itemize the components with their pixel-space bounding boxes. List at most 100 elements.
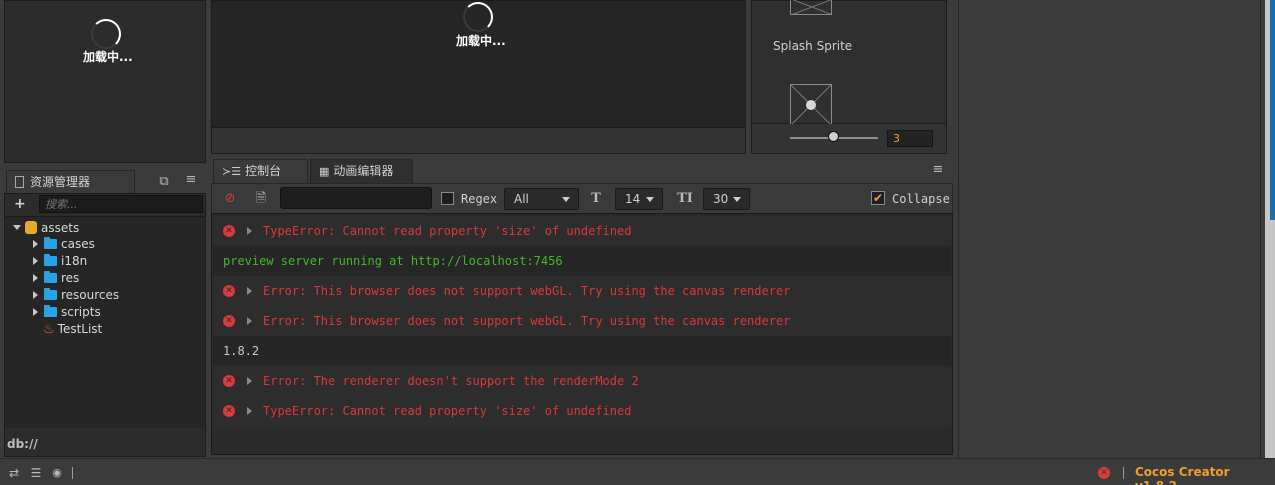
caret-down-icon (562, 197, 570, 202)
font-size-icon: T (591, 191, 601, 206)
log-row[interactable]: ✕ Error: This browser does not support w… (213, 306, 951, 336)
status-bar: ⇄ ☰ ◉ ✕ Cocos Creator v1.8.2 (0, 458, 1275, 485)
log-text: TypeError: Cannot read property 'size' o… (263, 404, 632, 418)
chevron-right-icon[interactable] (33, 274, 38, 282)
status-divider (1123, 467, 1124, 479)
tree-item-label: i18n (61, 254, 88, 268)
expand-arrow-icon[interactable] (247, 227, 252, 235)
zoom-size-input[interactable]: 3 (887, 130, 933, 147)
status-divider (72, 467, 73, 479)
zoom-slider-handle[interactable] (828, 131, 839, 142)
folder-icon (44, 254, 57, 266)
chevron-right-icon[interactable] (33, 308, 38, 316)
window-right-edge (1265, 0, 1275, 458)
error-icon: ✕ (223, 405, 235, 417)
log-row[interactable]: ✕ TypeError: Cannot read property 'size'… (213, 396, 951, 426)
popout-icon[interactable]: ⧉ (157, 174, 171, 190)
chevron-right-icon[interactable] (33, 257, 38, 265)
collapse-checkbox[interactable]: ✔ (871, 191, 885, 205)
line-height-select[interactable]: 30 (703, 188, 750, 210)
folder-icon (44, 288, 57, 300)
database-icon[interactable]: ☰ (29, 465, 43, 481)
console-icon: ≻☰ (222, 165, 242, 178)
log-row[interactable]: 1.8.2 (213, 336, 951, 366)
font-size-value: 14 (625, 192, 641, 206)
properties-panel (958, 0, 1261, 458)
folder-icon (44, 271, 57, 283)
console-toolbar: ⊘ 🗎 Regex All T 14 TI 30 ✔ Collapse (211, 183, 953, 213)
caret-down-icon (733, 197, 741, 202)
tree-root-assets[interactable]: assets (13, 219, 79, 236)
font-size-select[interactable]: 14 (615, 188, 663, 210)
tree-item-testlist[interactable]: ♨ TestList (43, 321, 102, 338)
tree-item-i18n[interactable]: i18n (33, 253, 87, 270)
sprite-thumbnail-icon[interactable] (790, 0, 832, 15)
tree-item-label: TestList (57, 322, 103, 336)
tree-item-label: resources (61, 288, 120, 302)
chevron-right-icon[interactable] (33, 291, 38, 299)
expand-arrow-icon[interactable] (247, 377, 252, 385)
line-height-value: 30 (713, 192, 729, 206)
assets-tab-label: 资源管理器 (30, 175, 91, 189)
inspector-zoom-bar: 3 (751, 124, 947, 154)
db-icon (25, 221, 37, 234)
tree-item-resources[interactable]: resources (33, 287, 119, 304)
scrollbar-thumb[interactable] (1270, 0, 1275, 220)
assets-panel-icon (15, 176, 24, 188)
scene-preview-panel: 加载中... (4, 0, 206, 163)
expand-arrow-icon[interactable] (247, 407, 252, 415)
error-icon: ✕ (223, 285, 235, 297)
console-tab-label: 控制台 (245, 164, 282, 178)
tree-item-cases[interactable]: cases (33, 236, 95, 253)
tree-item-res[interactable]: res (33, 270, 79, 287)
asset-search-input[interactable] (39, 195, 203, 213)
folder-icon (44, 237, 57, 249)
app-version-label: Cocos Creator v1.8.2 (1135, 465, 1230, 485)
tab-console[interactable]: ≻☰ 控制台 (213, 159, 308, 183)
log-row[interactable]: ✕ Error: The renderer doesn't support th… (213, 366, 951, 396)
error-icon: ✕ (223, 225, 235, 237)
tree-item-label: scripts (61, 305, 101, 319)
caret-down-icon (646, 197, 654, 202)
chevron-right-icon[interactable] (33, 240, 38, 248)
clear-console-icon[interactable]: ⊘ (222, 191, 238, 207)
log-level-value: All (514, 192, 529, 206)
scene-loading-text: 加载中... (83, 50, 133, 64)
chevron-down-icon[interactable] (13, 225, 21, 230)
log-row[interactable]: ✕ TypeError: Cannot read property 'size'… (213, 216, 951, 246)
log-level-select[interactable]: All (504, 188, 579, 210)
game-preview-footer (211, 128, 746, 154)
log-row[interactable]: ✕ Error: This browser does not support w… (213, 276, 951, 306)
log-text: Error: This browser does not support web… (263, 314, 791, 328)
loading-spinner-icon (91, 19, 121, 49)
sprite-preview-icon[interactable] (790, 84, 832, 126)
tree-item-label: cases (61, 237, 95, 251)
scene-fire-icon: ♨ (43, 322, 55, 337)
tree-item-scripts[interactable]: scripts (33, 304, 101, 321)
game-preview-panel: 加载中... (211, 0, 746, 128)
expand-arrow-icon[interactable] (247, 317, 252, 325)
add-asset-button[interactable]: + (14, 196, 28, 212)
assets-panel: + assets cases i18n res resources script… (4, 193, 206, 457)
tree-item-label: assets (41, 221, 80, 235)
log-row[interactable]: preview server running at http://localho… (213, 246, 951, 276)
tab-animation-editor[interactable]: ▦ 动画编辑器 (310, 159, 413, 183)
splash-sprite-label: Splash Sprite (773, 39, 853, 53)
error-icon: ✕ (223, 375, 235, 387)
error-icon: ✕ (223, 315, 235, 327)
line-height-icon: TI (677, 191, 693, 206)
open-log-file-icon[interactable]: 🗎 (254, 191, 268, 207)
console-menu-icon[interactable]: ≡ (930, 162, 946, 178)
expand-arrow-icon[interactable] (247, 287, 252, 295)
eye-icon[interactable]: ◉ (49, 465, 65, 481)
asset-tree: assets cases i18n res resources scripts … (5, 216, 205, 428)
sync-icon[interactable]: ⇄ (6, 465, 22, 481)
animation-tab-label: 动画编辑器 (333, 164, 394, 178)
console-filter-input[interactable] (280, 187, 432, 209)
tab-assets[interactable]: 资源管理器 (6, 170, 135, 194)
regex-label: Regex (461, 192, 498, 206)
tree-item-label: res (61, 271, 80, 285)
regex-checkbox[interactable] (441, 192, 454, 205)
error-status-icon[interactable]: ✕ (1098, 467, 1110, 479)
menu-icon[interactable]: ≡ (184, 172, 198, 188)
